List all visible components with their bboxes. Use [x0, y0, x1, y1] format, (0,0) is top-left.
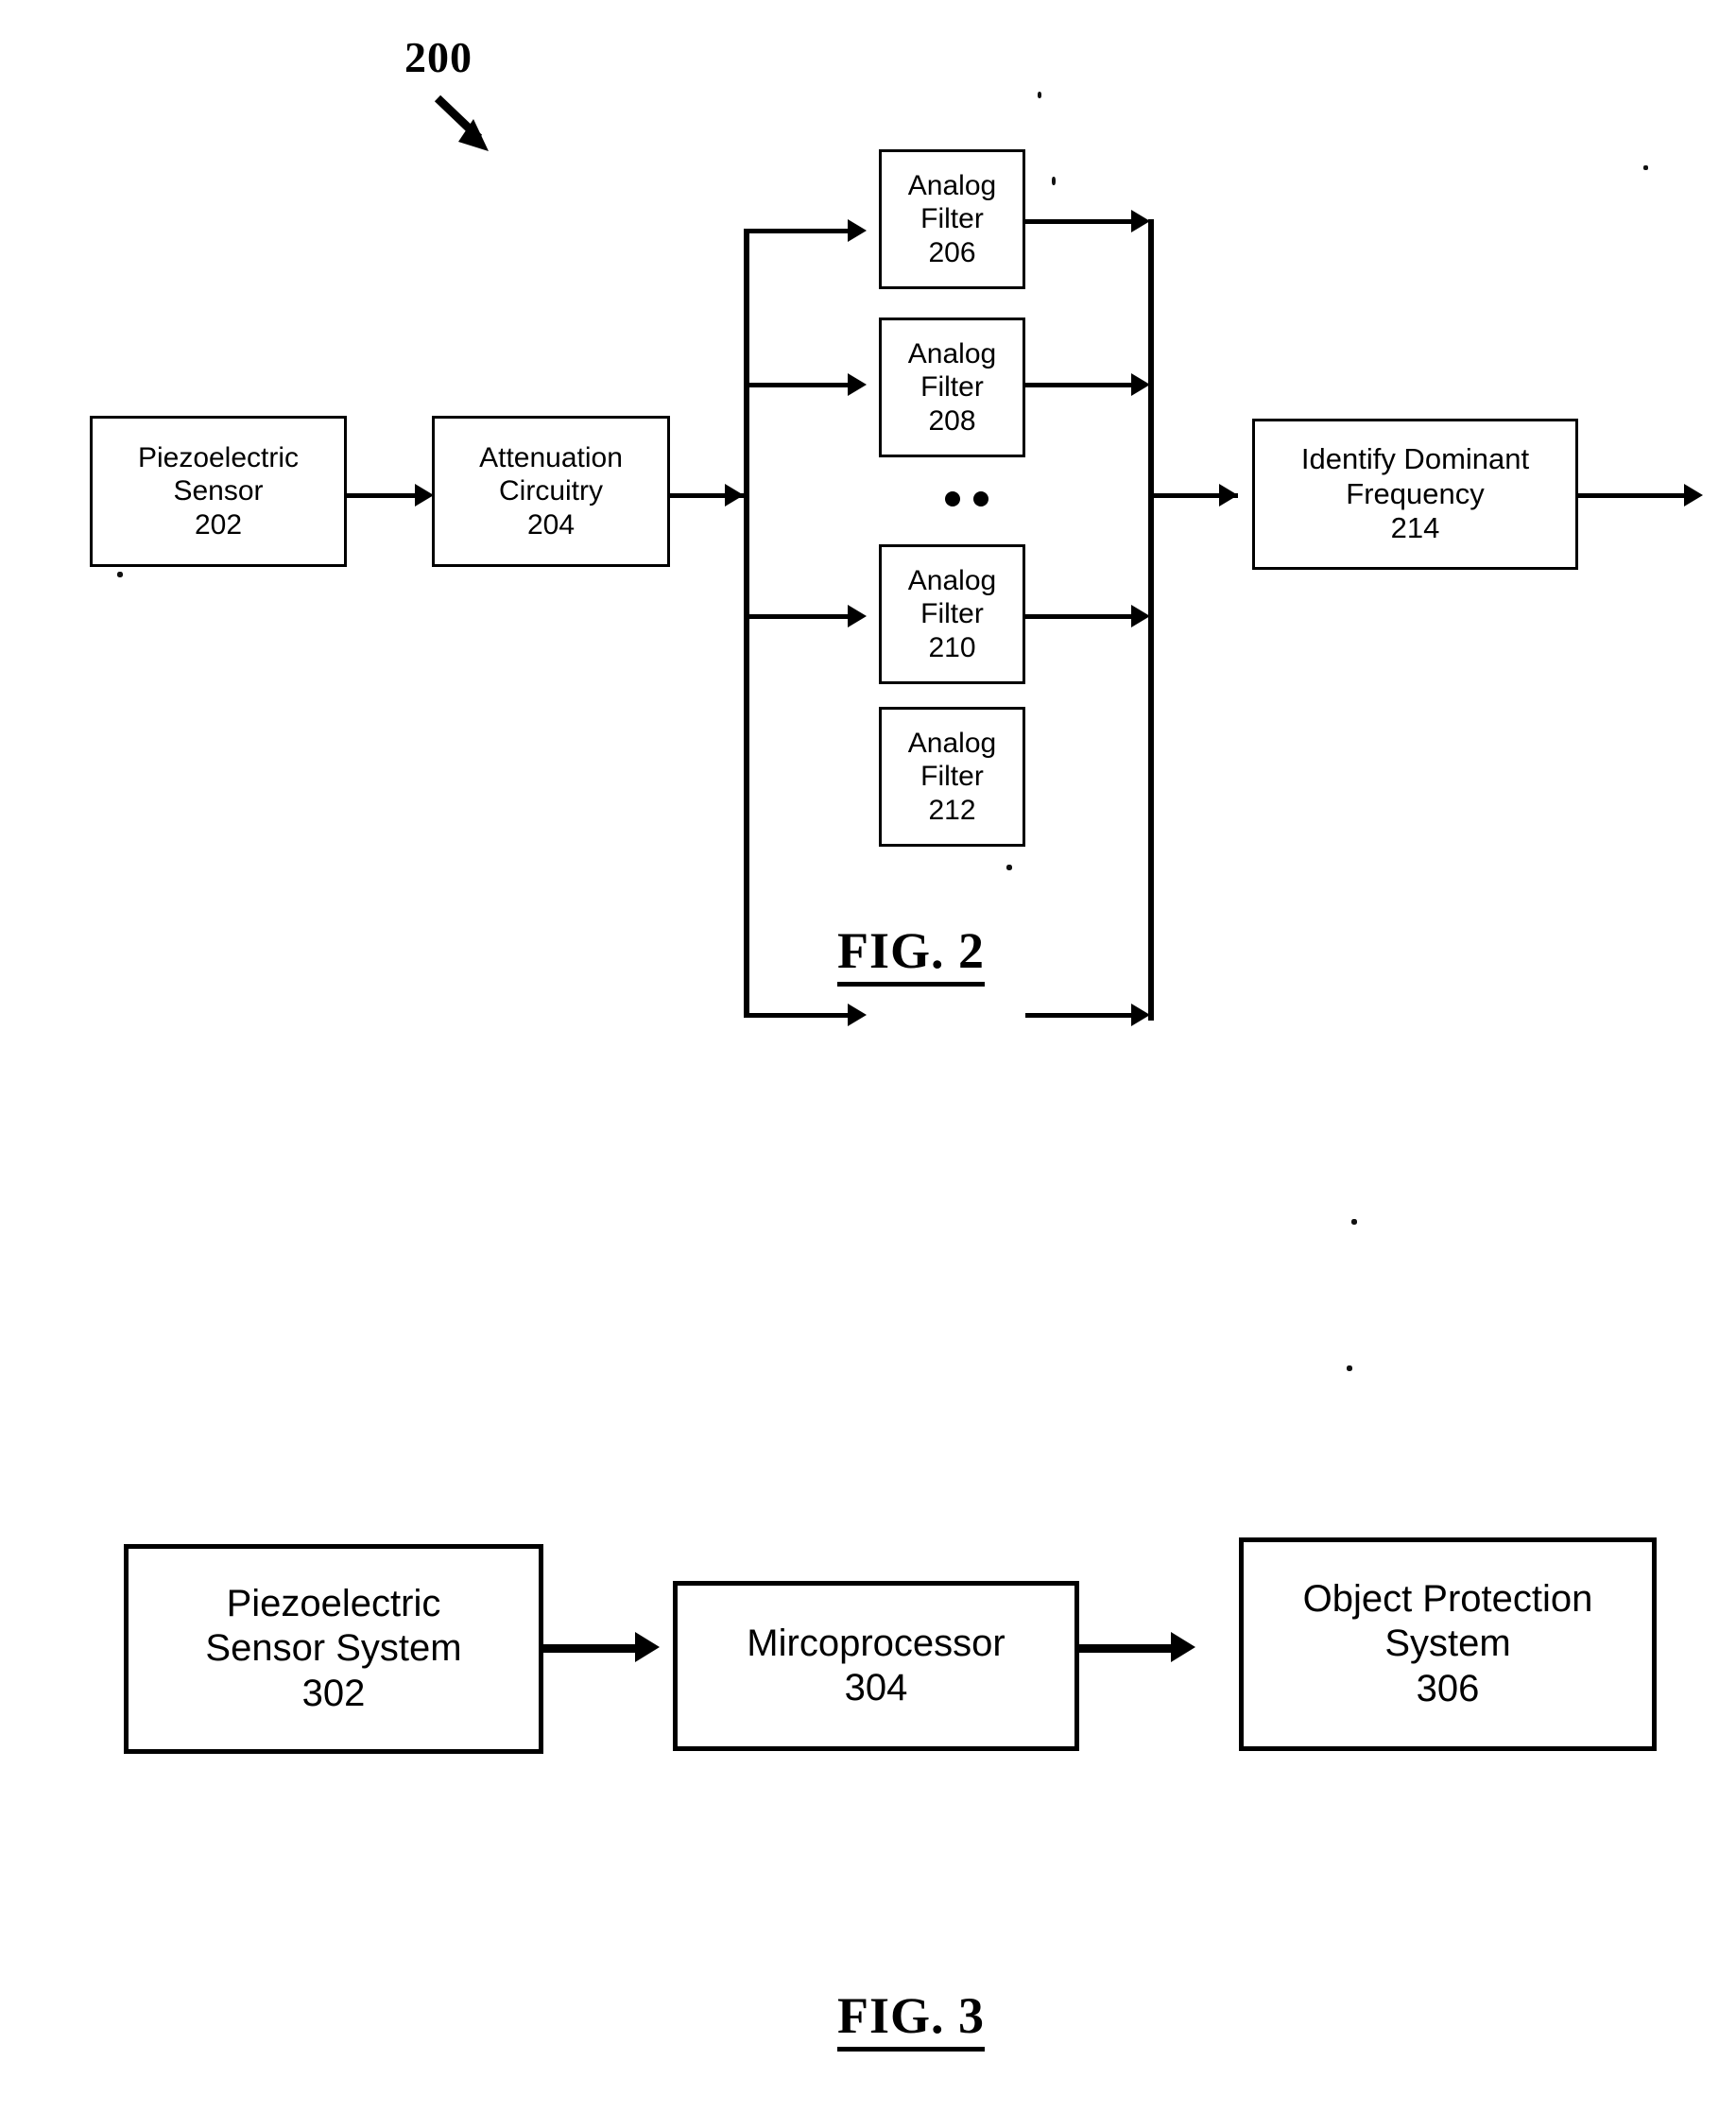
scan-speck [117, 572, 123, 577]
continuation-dots-icon [945, 491, 988, 507]
arrowhead-icon [1171, 1632, 1195, 1662]
block-identify-dominant-frequency-214: Identify Dominant Frequency 214 [1252, 419, 1578, 570]
block-label-line2: Sensor [173, 475, 264, 507]
block-reference-number: 304 [844, 1667, 908, 1708]
scan-speck [1038, 92, 1041, 98]
block-label-line1: Piezoelectric [226, 1583, 441, 1625]
block-reference-number: 202 [194, 508, 243, 541]
block-label-line1: Analog [907, 564, 997, 596]
arrowhead-icon [1131, 1004, 1150, 1026]
block-reference-number: 210 [928, 631, 976, 663]
block-reference-number: 302 [301, 1672, 366, 1714]
block-analog-filter-208: Analog Filter 208 [879, 318, 1025, 457]
split-bus-vertical [744, 229, 749, 1018]
block-piezoelectric-sensor-202: Piezoelectric Sensor 202 [90, 416, 347, 567]
connector-microprocessor-to-object-protection [1079, 1644, 1185, 1653]
connector-splitbus-to-filter-212 [744, 1013, 857, 1018]
block-attenuation-circuitry-204: Attenuation Circuitry 204 [432, 416, 670, 567]
block-analog-filter-212: Analog Filter 212 [879, 707, 1025, 847]
block-reference-number: 306 [1416, 1667, 1480, 1709]
block-label-line1: Mircoprocessor [747, 1622, 1006, 1664]
connector-filter-212-to-mergebus [1025, 1013, 1131, 1018]
patent-figure-page: 200 Piezoelectric Sensor 202 Attenuation… [0, 0, 1736, 2112]
block-microprocessor-304: Mircoprocessor 304 [673, 1581, 1079, 1751]
arrowhead-icon [848, 219, 867, 242]
block-reference-number: 208 [928, 404, 976, 437]
connector-splitbus-to-filter-206 [744, 229, 857, 233]
block-analog-filter-206: Analog Filter 206 [879, 149, 1025, 289]
connector-filter-206-to-mergebus [1025, 219, 1131, 224]
scan-speck [1643, 165, 1648, 170]
connector-identify-214-output [1578, 493, 1692, 498]
block-label-line1: Analog [907, 169, 997, 201]
block-label-line1: Identify Dominant [1300, 442, 1530, 476]
block-label-line1: Analog [907, 727, 997, 759]
block-reference-number: 212 [928, 794, 976, 826]
figure-caption-3: FIG. 3 [837, 1986, 986, 2052]
arrowhead-icon [415, 484, 434, 507]
connector-filter-208-to-mergebus [1025, 383, 1131, 387]
block-label-line2: Filter [920, 761, 984, 793]
arrowhead-icon [635, 1632, 660, 1662]
block-label-line2: Frequency [1346, 476, 1485, 510]
block-label-line2: Circuitry [499, 475, 603, 507]
scan-speck [1006, 865, 1012, 870]
block-piezoelectric-sensor-system-302: Piezoelectric Sensor System 302 [124, 1544, 543, 1754]
scan-speck [1052, 177, 1056, 185]
arrowhead-icon [1131, 605, 1150, 627]
block-label-line2: System [1384, 1623, 1511, 1665]
block-reference-number: 214 [1390, 511, 1440, 545]
connector-sensor-system-to-microprocessor [543, 1644, 649, 1653]
dot-icon [973, 491, 988, 507]
block-label-line2: Filter [920, 598, 984, 630]
block-label-line2: Filter [920, 371, 984, 404]
block-reference-number: 206 [928, 236, 976, 268]
block-label-line2: Sensor System [205, 1627, 462, 1670]
connector-splitbus-to-filter-208 [744, 383, 857, 387]
block-analog-filter-210: Analog Filter 210 [879, 544, 1025, 684]
block-label-line1: Piezoelectric [137, 441, 300, 473]
reference-numeral-200: 200 [404, 33, 473, 81]
arrowhead-icon [1219, 484, 1238, 507]
arrowhead-icon [725, 484, 744, 507]
connector-splitbus-to-filter-210 [744, 614, 857, 619]
dot-icon [945, 491, 960, 507]
arrowhead-icon [848, 605, 867, 627]
connector-filter-210-to-mergebus [1025, 614, 1131, 619]
block-reference-number: 204 [526, 508, 576, 541]
arrowhead-icon [848, 1004, 867, 1026]
arrowhead-icon [1131, 210, 1150, 232]
block-label-line1: Attenuation [479, 441, 623, 473]
arrowhead-icon [1131, 373, 1150, 396]
leader-arrow-icon [434, 94, 489, 151]
arrowhead-icon [848, 373, 867, 396]
block-label-line1: Analog [907, 337, 997, 369]
block-label-line2: Filter [920, 203, 984, 235]
block-object-protection-system-306: Object Protection System 306 [1239, 1537, 1657, 1751]
block-label-line1: Object Protection [1302, 1578, 1593, 1621]
arrowhead-icon [1684, 484, 1703, 507]
connector-sensor-to-attenuation [347, 493, 415, 498]
figure-caption-2: FIG. 2 [837, 921, 986, 987]
scan-speck [1347, 1365, 1352, 1371]
scan-speck [1351, 1219, 1357, 1225]
